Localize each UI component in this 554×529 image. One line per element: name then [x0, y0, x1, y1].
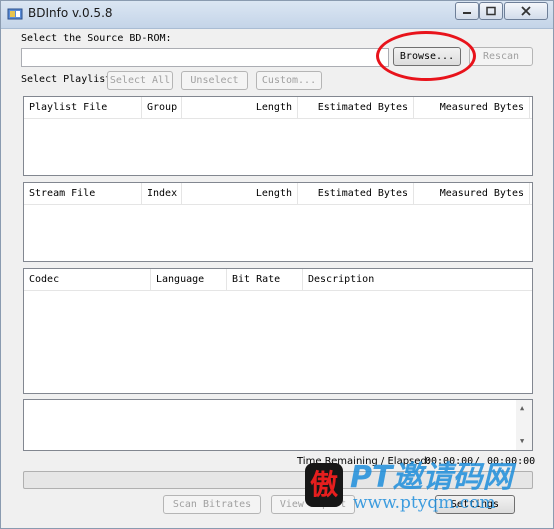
log-scrollbar[interactable]: ▲ ▼ [516, 400, 532, 450]
estimated-bytes-column[interactable]: Estimated Bytes [298, 97, 414, 119]
stream-table[interactable]: Stream File Index Length Estimated Bytes… [23, 182, 533, 262]
window-title: BDInfo v.0.5.8 [28, 6, 113, 20]
playlist-label: Select Playlist [21, 74, 112, 85]
bit-rate-column[interactable]: Bit Rate [227, 269, 303, 291]
maximize-button[interactable] [479, 2, 503, 20]
report-log-box[interactable]: ▲ ▼ [23, 399, 533, 451]
playlist-table[interactable]: Playlist File Group Length Estimated Byt… [23, 96, 533, 176]
scroll-up-icon[interactable]: ▲ [520, 404, 524, 412]
maximize-icon [486, 6, 496, 16]
rescan-button[interactable]: Rescan [469, 47, 533, 66]
playlist-table-header: Playlist File Group Length Estimated Byt… [24, 97, 532, 119]
highlight-circle [376, 31, 476, 81]
custom-button[interactable]: Custom... [256, 71, 322, 90]
playlist-file-column[interactable]: Playlist File [24, 97, 142, 119]
codec-column[interactable]: Codec [24, 269, 151, 291]
time-remaining: 00:00:00 [425, 456, 474, 467]
stream-file-column[interactable]: Stream File [24, 183, 142, 205]
scroll-down-icon[interactable]: ▼ [520, 437, 524, 445]
source-path-input[interactable] [21, 48, 389, 67]
scan-progress-bar [23, 471, 533, 489]
select-all-button[interactable]: Select All [107, 71, 173, 90]
group-column[interactable]: Group [142, 97, 182, 119]
language-column[interactable]: Language [151, 269, 227, 291]
estimated-bytes-column[interactable]: Estimated Bytes [298, 183, 414, 205]
length-column[interactable]: Length [182, 183, 298, 205]
title-bar[interactable]: BDInfo v.0.5.8 [1, 1, 553, 29]
measured-bytes-column[interactable]: Measured Bytes [414, 183, 530, 205]
source-label: Select the Source BD-ROM: [21, 33, 172, 44]
minimize-icon [463, 12, 471, 14]
index-column[interactable]: Index [142, 183, 182, 205]
time-label: Time Remaining / Elapsed: [297, 456, 431, 467]
bdinfo-window: BDInfo v.0.5.8 Select the Source BD-ROM:… [0, 0, 554, 529]
app-icon [7, 8, 23, 20]
scan-bitrates-button[interactable]: Scan Bitrates [163, 495, 261, 514]
time-separator: / [474, 456, 481, 467]
view-report-button[interactable]: View Report [271, 495, 355, 514]
close-icon [521, 6, 531, 16]
codec-table[interactable]: Codec Language Bit Rate Description [23, 268, 533, 394]
measured-bytes-column[interactable]: Measured Bytes [414, 97, 530, 119]
description-column[interactable]: Description [303, 269, 532, 291]
time-elapsed: 00:00:00 [487, 456, 536, 467]
settings-button[interactable]: Settings [435, 495, 515, 514]
length-column[interactable]: Length [182, 97, 298, 119]
unselect-button[interactable]: Unselect [181, 71, 248, 90]
stream-table-header: Stream File Index Length Estimated Bytes… [24, 183, 532, 205]
close-button[interactable] [504, 2, 548, 20]
codec-table-header: Codec Language Bit Rate Description [24, 269, 532, 291]
minimize-button[interactable] [455, 2, 479, 20]
